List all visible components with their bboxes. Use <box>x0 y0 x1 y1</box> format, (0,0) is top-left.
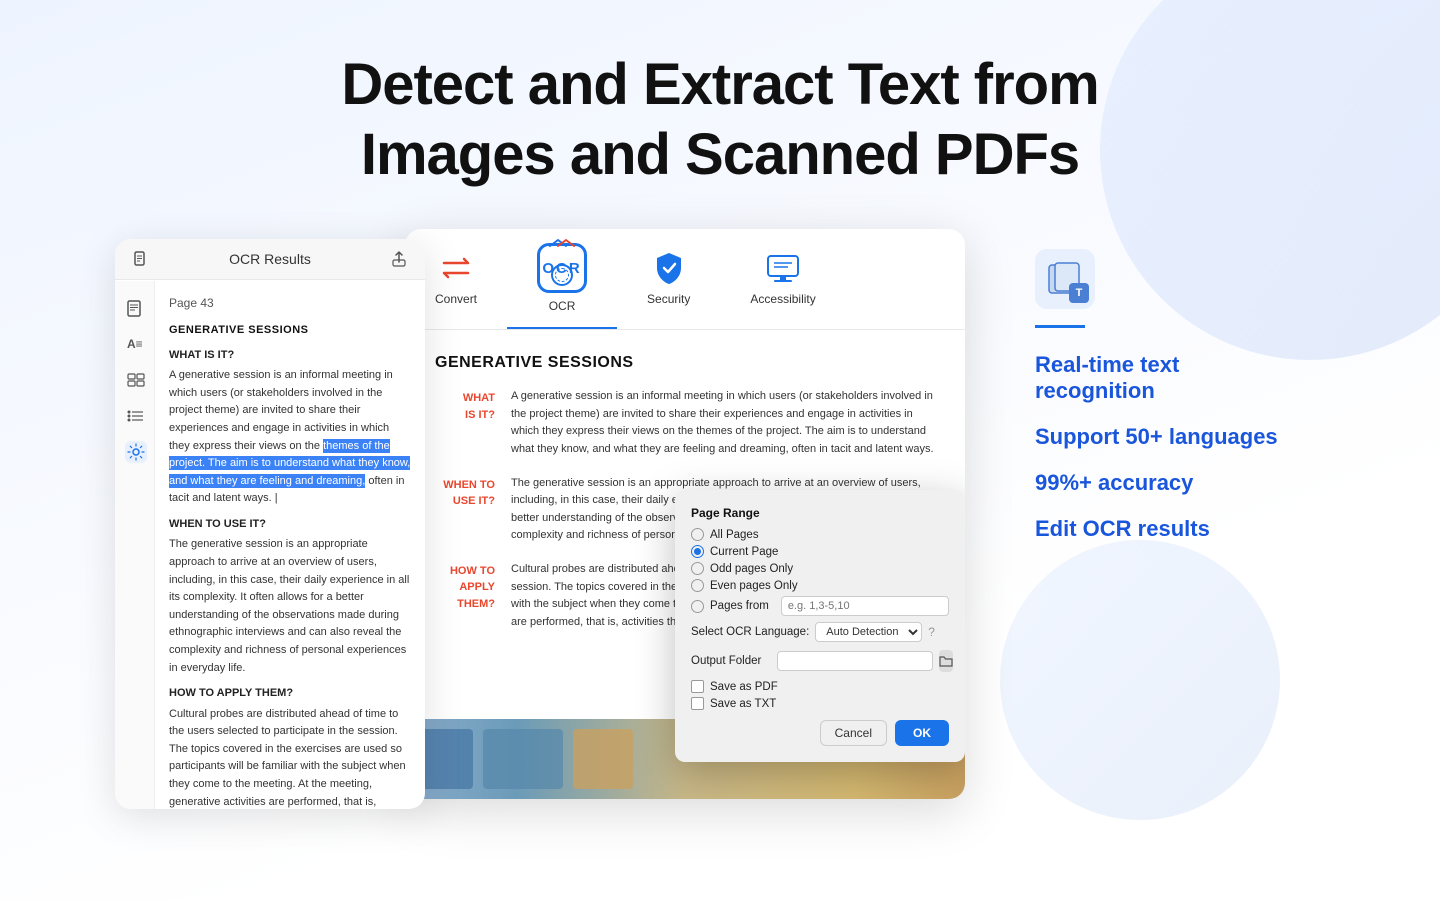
pdf-row-label-1: WHATIS IT? <box>435 388 495 423</box>
panel-subtitle-2: WHEN TO USE IT? <box>169 516 411 533</box>
folder-browse-button[interactable] <box>939 650 953 672</box>
save-txt-checkbox <box>691 697 704 710</box>
save-as-txt-option[interactable]: Save as TXT <box>691 697 949 710</box>
ocr-icon: OCR <box>537 243 587 293</box>
toolbar-item-ocr[interactable]: OCR OCR <box>507 229 617 329</box>
help-icon[interactable]: ? <box>928 625 935 639</box>
save-pdf-checkbox <box>691 680 704 693</box>
security-icon <box>651 250 687 286</box>
radio-pages-from[interactable]: Pages from <box>691 596 949 616</box>
panel-section-1-title: GENERATIVE SESSIONS <box>169 322 411 339</box>
pdf-row-1: WHATIS IT? A generative session is an in… <box>435 388 935 458</box>
svg-text:A≡: A≡ <box>127 337 143 351</box>
radio-odd-pages-circle <box>691 562 704 575</box>
app-toolbar: Convert OCR <box>405 229 965 330</box>
sidebar-icon-layout[interactable] <box>125 369 147 391</box>
feature-item-4: Edit OCR results <box>1035 516 1295 542</box>
pdf-row-text-1: A generative session is an informal meet… <box>511 388 935 458</box>
radio-current-page[interactable]: Current Page <box>691 545 949 558</box>
radio-current-page-circle <box>691 545 704 558</box>
radio-odd-pages[interactable]: Odd pages Only <box>691 562 949 575</box>
feature-divider <box>1035 325 1085 328</box>
dialog-buttons: Cancel OK <box>691 720 949 746</box>
center-panel: Convert OCR <box>405 229 965 799</box>
ocr-arrows-decoration <box>548 236 576 250</box>
panel-content: Page 43 GENERATIVE SESSIONS WHAT IS IT? … <box>155 280 425 808</box>
feature-list: Real-time text recognition Support 50+ l… <box>1035 352 1295 542</box>
radio-even-pages-circle <box>691 579 704 592</box>
feature-item-2: Support 50+ languages <box>1035 424 1295 450</box>
sidebar-icon-text[interactable] <box>125 297 147 319</box>
page-title: Detect and Extract Text from Images and … <box>200 50 1240 189</box>
strip-img-3 <box>573 729 633 789</box>
cancel-button[interactable]: Cancel <box>820 720 887 746</box>
feature-item-3: 99%+ accuracy <box>1035 470 1295 496</box>
ocr-circle-deco <box>551 264 573 286</box>
toolbar-security-label: Security <box>647 292 690 306</box>
panel-subtitle-3: HOW TO APPLY THEM? <box>169 685 411 702</box>
output-folder-label: Output Folder <box>691 655 771 667</box>
toolbar-item-security[interactable]: Security <box>617 236 720 322</box>
toolbar-item-accessibility[interactable]: Accessibility <box>720 236 845 322</box>
ocr-dialog: Page Range All Pages Current Page <box>675 490 965 762</box>
panel-subtitle-1: WHAT IS IT? <box>169 347 411 364</box>
radio-pages-from-circle <box>691 600 704 613</box>
sidebar-icon-settings[interactable] <box>125 441 147 463</box>
feature-icon-box: T <box>1035 249 1095 309</box>
panel-title: OCR Results <box>229 251 311 267</box>
toolbar-ocr-label: OCR <box>549 299 576 313</box>
accessibility-icon <box>765 250 801 286</box>
output-folder-row: Output Folder <box>691 650 949 672</box>
pdf-row-label-2: WHEN TOUSE IT? <box>435 475 495 510</box>
sidebar-icon-format[interactable]: A≡ <box>125 333 147 355</box>
panel-sidebar: A≡ <box>115 281 155 809</box>
output-folder-input[interactable] <box>777 651 933 671</box>
radio-all-pages[interactable]: All Pages <box>691 528 949 541</box>
dialog-title: Page Range <box>691 506 949 520</box>
ocr-language-select[interactable]: Auto Detection <box>815 622 922 642</box>
radio-even-pages[interactable]: Even pages Only <box>691 579 949 592</box>
feature-icon-t-letter: T <box>1069 283 1089 303</box>
ocr-language-label: Select OCR Language: <box>691 626 809 638</box>
panel-doc-icon[interactable] <box>131 249 151 269</box>
radio-all-pages-circle <box>691 528 704 541</box>
panel-text-2: The generative session is an appropriate… <box>169 536 411 677</box>
feature-item-1: Real-time text recognition <box>1035 352 1295 404</box>
toolbar-convert-label: Convert <box>435 292 477 306</box>
features-panel: T Real-time text recognition Support 50+… <box>1005 229 1325 562</box>
panel-page: Page 43 <box>169 294 411 312</box>
strip-img-2 <box>483 729 563 789</box>
panel-text-1: A generative session is an informal meet… <box>169 367 411 508</box>
main-content: OCR Results <box>0 229 1440 809</box>
ocr-results-panel: OCR Results <box>115 239 425 809</box>
ocr-language-row: Select OCR Language: Auto Detection ? <box>691 622 949 642</box>
pages-from-input[interactable] <box>781 596 949 616</box>
sidebar-icon-list[interactable] <box>125 405 147 427</box>
app-window: Convert OCR <box>405 229 965 799</box>
panel-text-3: Cultural probes are distributed ahead of… <box>169 706 411 809</box>
toolbar-accessibility-label: Accessibility <box>750 292 815 306</box>
panel-titlebar: OCR Results <box>115 239 425 280</box>
pdf-row-label-3: HOW TOAPPLYTHEM? <box>435 561 495 613</box>
pdf-title: GENERATIVE SESSIONS <box>435 354 935 372</box>
save-as-pdf-option[interactable]: Save as PDF <box>691 680 949 693</box>
panel-share-icon[interactable] <box>389 249 409 269</box>
convert-icon <box>438 250 474 286</box>
radio-group-page-range: All Pages Current Page Odd pages Only <box>691 528 949 616</box>
ok-button[interactable]: OK <box>895 720 949 746</box>
